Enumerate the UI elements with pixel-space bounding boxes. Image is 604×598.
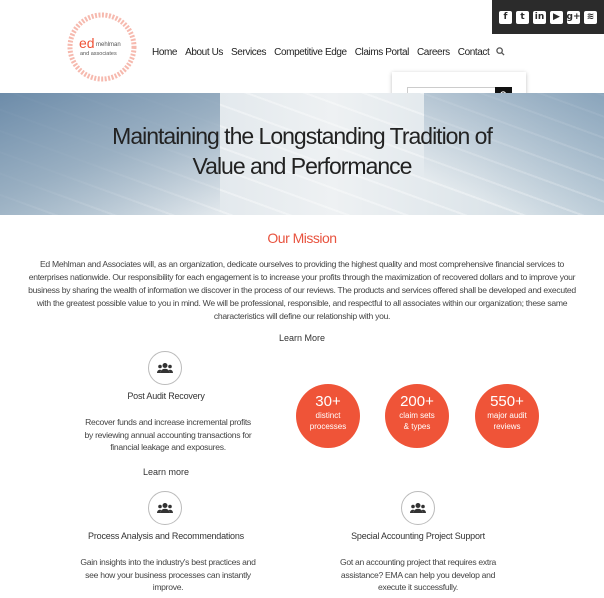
stat-label-line2: reviews (493, 422, 521, 431)
users-icon (157, 363, 173, 373)
search-icon[interactable] (496, 47, 505, 56)
youtube-icon[interactable]: ▶ (550, 10, 563, 24)
stat-number: 550+ (490, 393, 524, 410)
nav-item-about-us[interactable]: About Us (185, 47, 223, 58)
twitter-icon[interactable]: t (516, 10, 529, 24)
service-desc-process-analysis: Gain insights into the industry's best p… (80, 557, 256, 592)
stat-label-line2: processes (309, 422, 347, 431)
rss-icon[interactable]: ≋ (584, 10, 597, 24)
linkedin-icon[interactable]: in (533, 10, 546, 24)
stat-circle-processes: 30+ distinct processes (296, 384, 360, 448)
service-icon-circle (401, 491, 435, 525)
stat-label-line1: claim sets (399, 411, 435, 420)
stat-label-line2: & types (403, 422, 431, 431)
nav-item-services[interactable]: Services (231, 47, 267, 58)
company-logo[interactable]: ed mehlman and associates (67, 12, 137, 82)
hero-heading: Maintaining the Longstanding Tradition o… (0, 121, 604, 181)
service-learn-more-link[interactable]: Learn more (84, 467, 248, 477)
main-nav: Home About Us Services Competitive Edge … (152, 47, 490, 58)
hero-heading-line2: Value and Performance (192, 153, 413, 179)
facebook-icon[interactable]: f (499, 10, 512, 24)
mission-learn-more-link[interactable]: Learn More (0, 333, 604, 343)
nav-item-home[interactable]: Home (152, 47, 177, 58)
hero-banner: Maintaining the Longstanding Tradition o… (0, 93, 604, 215)
mission-title: Our Mission (267, 230, 337, 246)
service-desc-special-accounting: Got an accounting project that requires … (339, 557, 497, 592)
nav-item-careers[interactable]: Careers (417, 47, 450, 58)
hero-heading-line1: Maintaining the Longstanding Tradition o… (112, 123, 493, 149)
service-title-special-accounting: Special Accounting Project Support (351, 531, 485, 541)
nav-item-competitive-edge[interactable]: Competitive Edge (274, 47, 347, 58)
google-plus-icon[interactable]: g+ (567, 10, 581, 24)
stat-label-line1: major audit (487, 411, 527, 420)
logo-line1-text: mehlman (96, 42, 121, 48)
mission-text: Ed Mehlman and Associates will, as an or… (28, 259, 576, 321)
service-icon-circle (148, 351, 182, 385)
stat-circle-claim-sets: 200+ claim sets & types (385, 384, 449, 448)
service-title-process-analysis: Process Analysis and Recommendations (88, 531, 244, 541)
service-icon-circle (148, 491, 182, 525)
nav-item-contact[interactable]: Contact (458, 47, 490, 58)
users-icon (157, 503, 173, 513)
stat-number: 200+ (400, 393, 434, 410)
logo-main-text: ed (79, 35, 95, 51)
stat-label-line1: distinct (315, 411, 341, 420)
logo-line2-text: and associates (80, 51, 117, 57)
nav-item-claims-portal[interactable]: Claims Portal (355, 47, 410, 58)
stat-number: 30+ (315, 393, 341, 410)
social-bar: f t in ▶ g+ ≋ (492, 0, 604, 34)
users-icon (410, 503, 426, 513)
stat-circle-audit-reviews: 550+ major audit reviews (475, 384, 539, 448)
service-title-post-audit: Post Audit Recovery (127, 391, 205, 401)
service-desc-post-audit: Recover funds and increase incremental p… (84, 417, 252, 452)
